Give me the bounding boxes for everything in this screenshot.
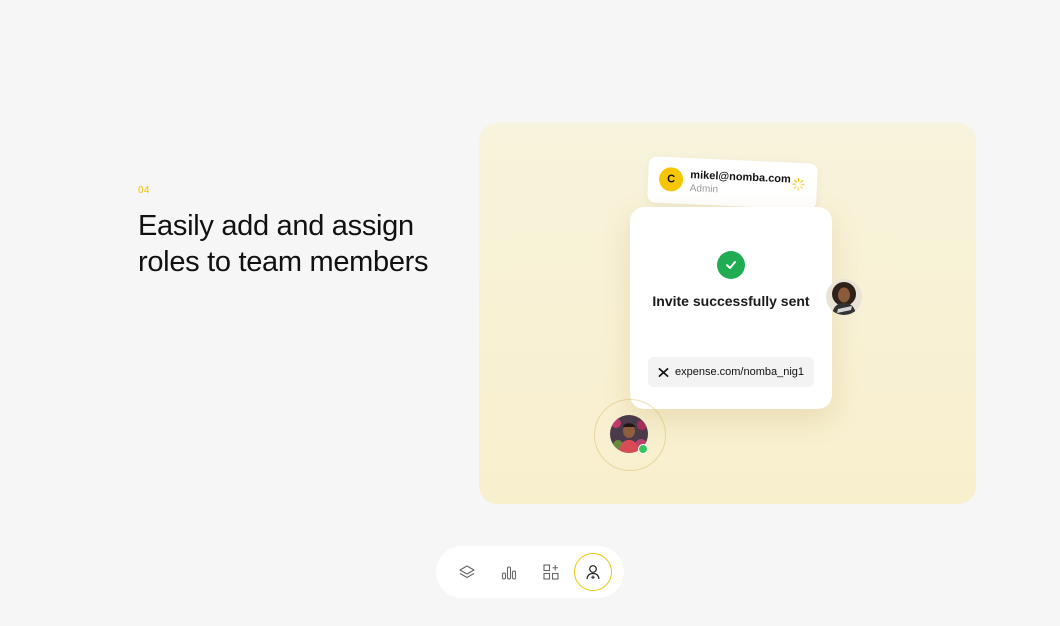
bottom-tab-bar: [436, 546, 624, 598]
online-status-dot: [638, 444, 648, 454]
add-user-icon: [586, 565, 600, 580]
user-initial-badge: C: [658, 166, 684, 192]
nomba-x-logo-icon: [658, 367, 669, 377]
invite-link-box[interactable]: expense.com/nomba_nig1: [648, 357, 814, 387]
tab-analytics[interactable]: [490, 553, 528, 591]
check-circle-icon: [717, 251, 745, 279]
layers-icon: [459, 565, 475, 579]
section-headline: Easily add and assign roles to team memb…: [138, 210, 429, 278]
step-number: 04: [138, 185, 150, 196]
bar-chart-icon: [501, 566, 517, 580]
loading-spinner-icon: [792, 178, 805, 191]
team-member-avatar: [826, 279, 862, 315]
tab-add-user[interactable]: [574, 553, 612, 591]
email-card: C mikel@nomba.com Admin: [647, 156, 818, 210]
apps-add-icon: [543, 564, 559, 580]
tab-layers[interactable]: [448, 553, 486, 591]
invite-link: expense.com/nomba_nig1: [675, 366, 805, 378]
invite-card: Invite successfully sent expense.com/nom…: [630, 207, 832, 409]
invite-status-title: Invite successfully sent: [652, 293, 810, 309]
user-role: Admin: [689, 183, 719, 196]
tab-apps[interactable]: [532, 553, 570, 591]
